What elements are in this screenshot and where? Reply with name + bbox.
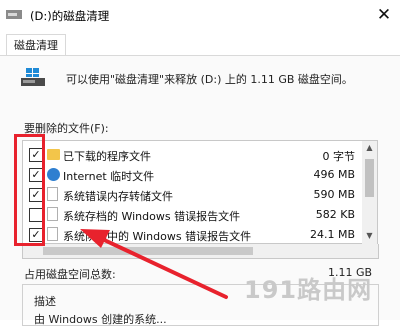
file-name: 系统存档的 Windows 错误报告文件 xyxy=(63,210,241,223)
scroll-thumb[interactable] xyxy=(365,159,374,197)
space-total-label: 占用磁盘空间总数: xyxy=(24,268,116,281)
file-name: 系统队列中的 Windows 错误报告文件 xyxy=(63,230,252,243)
file-list[interactable]: ✓ 已下载的程序文件 0 字节 ✓ Internet 临时文件 496 MB ✓… xyxy=(22,140,364,244)
vertical-scrollbar[interactable]: ▲ ▼ xyxy=(362,140,378,246)
scroll-up-icon[interactable]: ▲ xyxy=(362,141,377,155)
file-name: 已下载的程序文件 xyxy=(63,150,151,163)
list-item[interactable]: ✓ Internet 临时文件 496 MB xyxy=(23,165,363,185)
description-label: 描述 xyxy=(34,293,56,309)
annotation-highlight-box xyxy=(14,134,45,246)
close-button[interactable]: ✕ xyxy=(368,0,400,30)
list-item[interactable]: ✓ 已下载的程序文件 0 字节 xyxy=(23,145,363,165)
file-size: 496 MB xyxy=(313,168,355,181)
file-name: Internet 临时文件 xyxy=(63,170,155,183)
file-icon xyxy=(47,207,58,221)
list-item[interactable]: ✓ 系统队列中的 Windows 错误报告文件 24.1 MB xyxy=(23,225,363,245)
tab-strip: 磁盘清理 xyxy=(0,30,400,56)
summary-text: 可以使用"磁盘清理"来释放 (D:) 上的 1.11 GB 磁盘空间。 xyxy=(66,73,353,86)
scroll-down-icon[interactable]: ▼ xyxy=(362,229,377,243)
file-icon xyxy=(47,227,58,241)
list-item[interactable]: 系统存档的 Windows 错误报告文件 582 KB xyxy=(23,205,363,225)
window-title: (D:)的磁盘清理 xyxy=(30,9,110,23)
tab-disk-cleanup[interactable]: 磁盘清理 xyxy=(6,34,66,56)
title-bar: (D:)的磁盘清理 ✕ xyxy=(0,0,400,30)
description-text: 由 Windows 创建的系统... xyxy=(34,313,167,326)
folder-icon xyxy=(47,149,60,160)
file-size: 0 字节 xyxy=(322,150,356,163)
watermark: 191路由网 xyxy=(244,276,373,304)
file-name: 系统错误内存转储文件 xyxy=(63,190,173,203)
drive-icon xyxy=(21,68,45,86)
file-icon xyxy=(47,187,58,201)
file-size: 590 MB xyxy=(313,188,355,201)
globe-icon xyxy=(47,168,60,181)
disk-cleanup-app-icon xyxy=(6,10,22,19)
horizontal-scroll-thumb[interactable] xyxy=(43,247,253,255)
list-item[interactable]: ✓ 系统错误内存转储文件 590 MB xyxy=(23,185,363,205)
file-size: 24.1 MB xyxy=(309,228,355,241)
horizontal-scrollbar[interactable] xyxy=(22,244,379,259)
file-size: 582 KB xyxy=(315,208,355,221)
